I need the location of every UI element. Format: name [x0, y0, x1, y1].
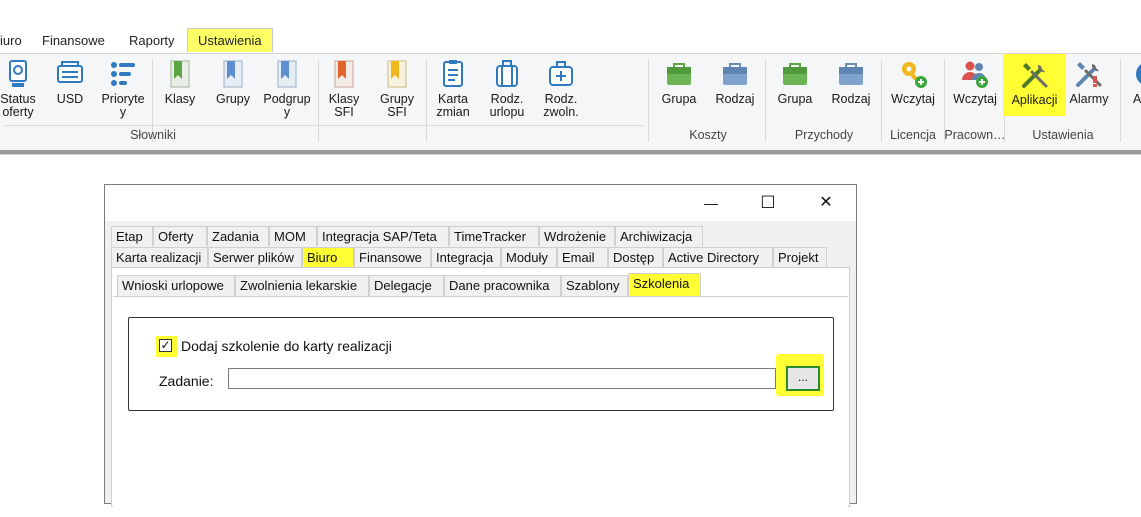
rodz-urlopu-button[interactable]: Rodz. urlopu: [485, 58, 529, 119]
grupy-button[interactable]: Grupy: [210, 58, 256, 106]
przychody-rodzaj-button[interactable]: Rodzaj: [826, 58, 876, 106]
ribbon-tab-biuro[interactable]: iuro: [0, 30, 22, 52]
sfi-class-bookmark-icon: [334, 60, 354, 88]
maximize-button[interactable]: ☐: [745, 185, 791, 221]
tab-oferty[interactable]: Oferty: [153, 226, 207, 246]
add-training-checkbox[interactable]: ✓: [159, 339, 172, 352]
tools-icon: [1021, 63, 1047, 88]
leave-type-icon: [496, 60, 518, 87]
tab-finansowe[interactable]: Finansowe: [354, 247, 431, 267]
group-label-ustawienia: Ustawienia: [1032, 128, 1094, 142]
tab-active-directory[interactable]: Active Directory: [663, 247, 773, 267]
tab-etap[interactable]: Etap: [111, 226, 153, 246]
globe-icon: [1136, 64, 1141, 84]
licencja-wczytaj-button[interactable]: Wczytaj: [886, 58, 940, 106]
karta-zmian-button[interactable]: Karta zmian: [432, 58, 474, 119]
szkolenia-groupbox: ✓ Dodaj szkolenie do karty realizacji Za…: [128, 317, 834, 411]
ribbon: Status oferty USD Prioryte y Klasy Grupy…: [0, 53, 1141, 151]
minimize-button[interactable]: —: [688, 185, 734, 221]
ribbon-tab-bar: iuro Finansowe Raporty Ustawienia: [0, 28, 1141, 53]
tab-wdrozenie[interactable]: Wdrożenie: [539, 226, 615, 246]
tab-email[interactable]: Email: [557, 247, 608, 267]
tab-projekt[interactable]: Projekt: [773, 247, 827, 267]
browse-task-button[interactable]: ...: [786, 366, 820, 391]
status-oferty-button[interactable]: Status oferty: [0, 58, 40, 119]
grupy-sfi-button[interactable]: Grupy SFI: [376, 58, 418, 119]
task-input[interactable]: [228, 368, 776, 389]
klasy-sfi-button[interactable]: Klasy SFI: [323, 58, 365, 119]
przychody-grupa-button[interactable]: Grupa: [773, 58, 817, 106]
tab-integracja[interactable]: Integracja: [431, 247, 501, 267]
license-key-icon: [902, 62, 927, 88]
tab-dostep[interactable]: Dostęp: [608, 247, 663, 267]
tab-moduly[interactable]: Moduły: [501, 247, 557, 267]
ribbon-tab-raporty[interactable]: Raporty: [129, 30, 175, 52]
ribbon-separator: [318, 60, 319, 142]
status-offer-icon: [9, 60, 27, 87]
group-label-przychody: Przychody: [794, 128, 854, 142]
ustawienia-alarmy-button[interactable]: Alarmy: [1066, 58, 1112, 106]
ribbon-tab-finansowe[interactable]: Finansowe: [42, 30, 105, 52]
group-label-pracownicy: Pracown…: [944, 128, 1006, 142]
priorytety-button[interactable]: Prioryte y: [96, 58, 150, 119]
ribbon-separator: [426, 60, 427, 142]
koszty-grupa-button[interactable]: Grupa: [657, 58, 701, 106]
subtab-dane-pracownika[interactable]: Dane pracownika: [444, 275, 561, 296]
income-group-bag-icon: [783, 63, 807, 85]
tab-mom[interactable]: MOM: [269, 226, 317, 246]
group-label-koszty: Koszty: [689, 128, 727, 142]
extra-cutoff-button[interactable]: A: [1126, 58, 1141, 106]
task-label: Zadanie:: [159, 373, 214, 389]
sick-leave-type-icon: [549, 61, 573, 86]
cost-type-bag-icon: [723, 63, 747, 85]
usd-button[interactable]: USD: [50, 58, 90, 106]
group-divider: [4, 125, 644, 126]
subgroup-bookmark-icon: [277, 60, 297, 88]
tab-karta-realizacji[interactable]: Karta realizacji: [111, 247, 208, 267]
ustawienia-aplikacji-button[interactable]: Aplikacji: [1003, 54, 1066, 116]
usd-icon: [57, 61, 83, 83]
tab-archiwizacja[interactable]: Archiwizacja: [615, 226, 703, 246]
tab-integracja-sap-teta[interactable]: Integracja SAP/Teta: [317, 226, 449, 246]
group-bookmark-icon: [223, 60, 243, 88]
settings-dialog: — ☐ ✕ Etap Oferty Zadania MOM Integracja…: [104, 184, 857, 517]
employees-add-icon: [962, 61, 988, 88]
ribbon-separator: [648, 60, 649, 142]
klasy-button[interactable]: Klasy: [159, 58, 201, 106]
rodz-zwoln-button[interactable]: Rodz. zwoln.: [538, 58, 584, 119]
subtab-szkolenia[interactable]: Szkolenia: [628, 273, 701, 296]
tab-biuro[interactable]: Biuro: [302, 247, 354, 267]
tab-serwer-plikow[interactable]: Serwer plików: [208, 247, 302, 267]
cost-group-bag-icon: [667, 63, 691, 85]
add-training-label[interactable]: Dodaj szkolenie do karty realizacji: [181, 338, 392, 354]
subtab-szablony[interactable]: Szablony: [561, 275, 628, 296]
class-bookmark-icon: [170, 60, 190, 88]
ribbon-separator: [881, 60, 882, 142]
close-button[interactable]: ✕: [803, 185, 849, 221]
ribbon-separator: [765, 60, 766, 142]
dialog-titlebar[interactable]: — ☐ ✕: [105, 185, 856, 221]
tab-zadania[interactable]: Zadania: [207, 226, 269, 246]
ribbon-bottom-border-light: [0, 154, 1141, 155]
priority-icon: [111, 62, 135, 86]
income-type-bag-icon: [839, 63, 863, 85]
subtab-zwolnienia-lekarskie[interactable]: Zwolnienia lekarskie: [235, 275, 369, 296]
ribbon-tab-ustawienia[interactable]: Ustawienia: [187, 28, 273, 52]
sfi-group-bookmark-icon: [387, 60, 407, 88]
change-card-icon: [443, 60, 463, 87]
group-label-slowniki: Słowniki: [130, 128, 176, 142]
biuro-tab-panel: Wnioski urlopowe Zwolnienia lekarskie De…: [111, 267, 850, 517]
group-label-licencja: Licencja: [890, 128, 936, 142]
ribbon-separator: [1120, 60, 1121, 142]
pracownicy-wczytaj-button[interactable]: Wczytaj: [948, 58, 1002, 106]
subtab-wnioski-urlopowe[interactable]: Wnioski urlopowe: [117, 275, 235, 296]
koszty-rodzaj-button[interactable]: Rodzaj: [710, 58, 760, 106]
subtab-delegacje[interactable]: Delegacje: [369, 275, 444, 296]
tab-timetracker[interactable]: TimeTracker: [449, 226, 539, 246]
checkbox-highlight: ✓: [156, 336, 177, 357]
podgrupy-button[interactable]: Podgrup y: [260, 58, 314, 119]
alarm-tools-icon: [1076, 62, 1102, 87]
